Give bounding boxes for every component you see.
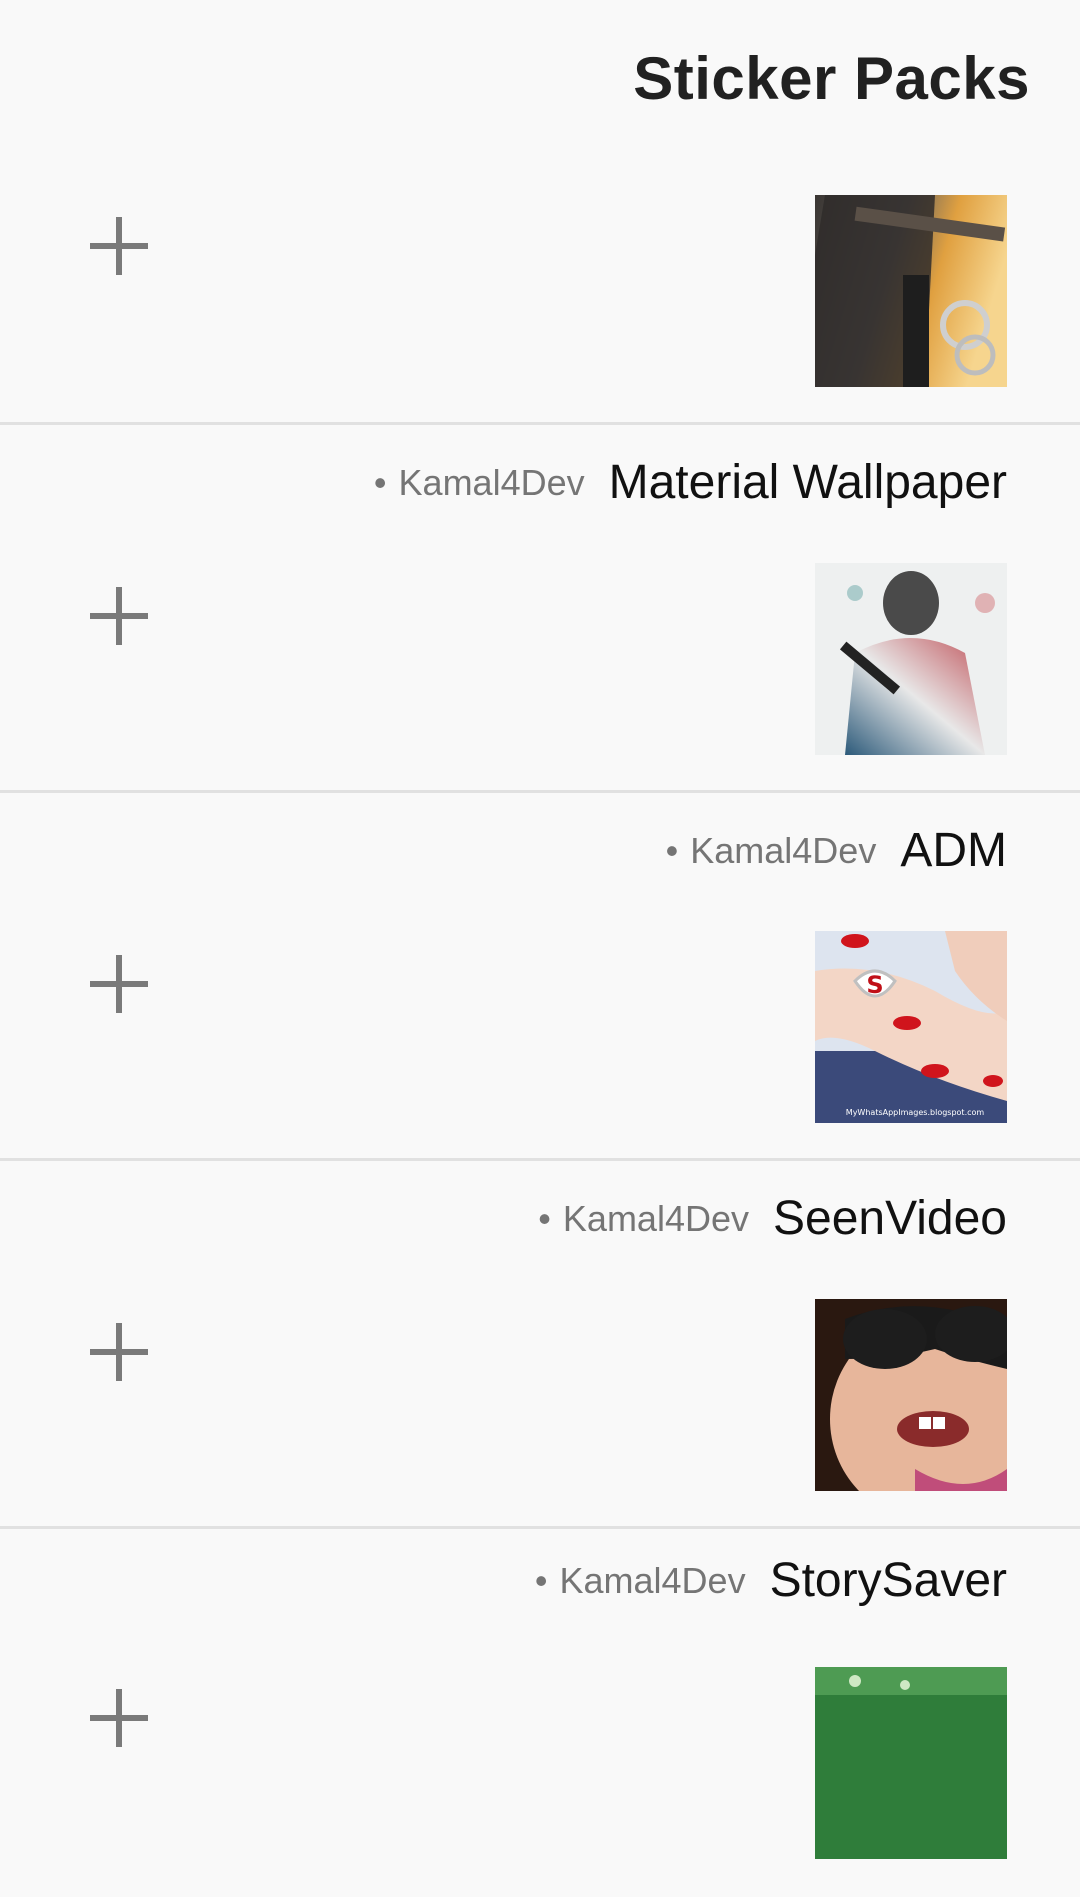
pack-author: Kamal4Dev	[398, 461, 585, 503]
pack-thumbnail	[815, 1299, 1007, 1491]
thumbnail-caption: MyWhatsAppImages.blogspot.com	[846, 1108, 985, 1117]
green-image	[815, 1667, 1007, 1859]
pack-row[interactable]	[0, 60, 1080, 428]
pack-row[interactable]: • Kamal4Dev StorySaver	[0, 1529, 1080, 1897]
pack-name: Material Wallpaper	[608, 456, 1007, 509]
ring-hand-image: S MyWhatsAppImages.blogspot.com	[815, 931, 1007, 1123]
soldier-art-image	[815, 563, 1007, 755]
plus-icon	[90, 955, 148, 1013]
plus-icon	[90, 1689, 148, 1747]
pack-thumbnail	[815, 563, 1007, 755]
add-pack-button[interactable]	[90, 587, 148, 645]
police-belt-handcuffs-image	[815, 195, 1007, 387]
pack-thumbnail: S MyWhatsAppImages.blogspot.com	[815, 931, 1007, 1123]
bullet: •	[538, 1197, 551, 1239]
pack-thumbnail	[815, 1667, 1007, 1859]
pack-row[interactable]: • Kamal4Dev ADM S MyWhatsAppImages.blogs…	[0, 793, 1080, 1161]
pack-author: Kamal4Dev	[562, 1197, 749, 1239]
bullet: •	[534, 1559, 548, 1601]
bullet: •	[373, 461, 387, 503]
plus-icon	[90, 587, 148, 645]
pack-title-line: • Kamal4Dev Material Wallpaper	[374, 455, 1007, 510]
pack-name: ADM	[900, 824, 1007, 877]
pack-name: SeenVideo	[773, 1192, 1007, 1245]
pack-title-line: • Kamal4Dev SeenVideo	[538, 1191, 1007, 1246]
pack-thumbnail	[815, 195, 1007, 387]
pack-title-line: • Kamal4Dev StorySaver	[535, 1553, 1007, 1608]
plus-icon	[90, 1323, 148, 1381]
pack-row[interactable]: • Kamal4Dev Material Wallpaper	[0, 425, 1080, 793]
pack-author: Kamal4Dev	[559, 1559, 746, 1601]
add-pack-button[interactable]	[90, 955, 148, 1013]
pack-author: Kamal4Dev	[690, 829, 877, 871]
add-pack-button[interactable]	[90, 217, 148, 275]
child-sunglasses-image	[815, 1299, 1007, 1491]
add-pack-button[interactable]	[90, 1323, 148, 1381]
pack-row[interactable]: • Kamal4Dev SeenVideo	[0, 1161, 1080, 1529]
add-pack-button[interactable]	[90, 1689, 148, 1747]
bullet: •	[665, 829, 679, 871]
svg-text:S: S	[866, 971, 883, 999]
sticker-pack-list: • Kamal4Dev Material Wallpaper • Kamal4D…	[0, 0, 1080, 1859]
pack-title-line: • Kamal4Dev ADM	[666, 823, 1007, 878]
plus-icon	[90, 217, 148, 275]
pack-name: StorySaver	[769, 1554, 1007, 1607]
